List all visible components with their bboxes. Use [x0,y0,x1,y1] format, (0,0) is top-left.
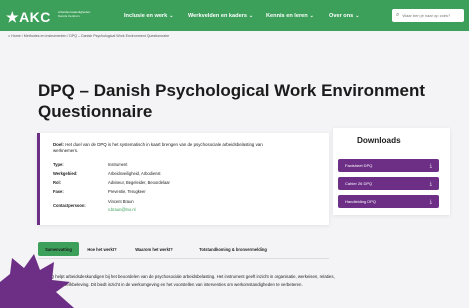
contact-email-link[interactable]: v.braun@tno.nl [108,207,218,212]
download-handleiding-button[interactable]: Handleiding DPQ ⤓ [338,195,439,208]
download-icon: ⤓ [429,162,432,169]
download-factsheet-button[interactable]: Factsheet DPQ ⤓ [338,159,439,172]
tab-totstandkoming[interactable]: Totstandkoming & bronvermelding [188,242,278,256]
top-navigation-bar: ★AKC Arbeidsomstandigheden Kennis Centru… [0,0,469,31]
search-icon[interactable]: ⌕ [396,12,399,19]
search-input[interactable] [402,13,461,18]
chevron-down-icon: ⌄ [355,13,360,19]
goal-description: Het doel van de DPQ is het systematisch … [53,142,263,154]
home-icon[interactable]: ⌂ [8,34,10,38]
breadcrumb-home[interactable]: Home [11,34,21,38]
tabs-divider [38,258,329,259]
download-icon: ⤓ [429,180,432,187]
chevron-down-icon: ⌄ [248,13,254,19]
goal-text: Doel: Het doel van de DPQ is het systema… [53,142,273,154]
logo-subtitle: Arbeidsomstandigheden Kennis Centrum [58,10,91,18]
breadcrumb: ⌂ Home / Methodes en instrumenten / DPQ … [8,34,169,38]
nav-over-ons[interactable]: Over ons ⌄ [329,13,359,19]
tab-hoe-het-werkt[interactable]: Hoe het werkt? [82,242,122,256]
starburst-decoration [0,254,74,308]
akc-logo[interactable]: ★AKC [6,9,51,26]
nav-werkvelden-en-kaders[interactable]: Werkvelden en kaders ⌄ [188,13,253,19]
summary-text: De DPQ helpt arbeidsdeskundigen bij het … [38,274,335,287]
page-title: DPQ – Danish Psychological Work Environm… [38,81,425,121]
info-card: Doel: Het doel van de DPQ is het systema… [37,133,329,225]
download-cahier-button[interactable]: Cahier 26 DPQ ⤓ [338,177,439,190]
download-icon: ⤓ [429,198,432,205]
chevron-down-icon: ⌄ [309,13,314,19]
nav-inclusie-en-werk[interactable]: Inclusie en werk ⌄ [124,13,173,19]
downloads-panel: Downloads Factsheet DPQ ⤓ Cahier 26 DPQ … [333,128,450,215]
breadcrumb-path: / Methodes en instrumenten / DPQ – Danis… [21,34,170,38]
downloads-title: Downloads [357,136,401,145]
goal-label: Doel: [53,142,64,147]
chevron-down-icon: ⌄ [169,13,174,19]
nav-kennis-en-leren[interactable]: Kennis en leren ⌄ [266,13,314,19]
search-box: ⌕ [392,9,464,22]
tab-waarom-het-werkt[interactable]: Waarom het werkt? [128,242,180,256]
